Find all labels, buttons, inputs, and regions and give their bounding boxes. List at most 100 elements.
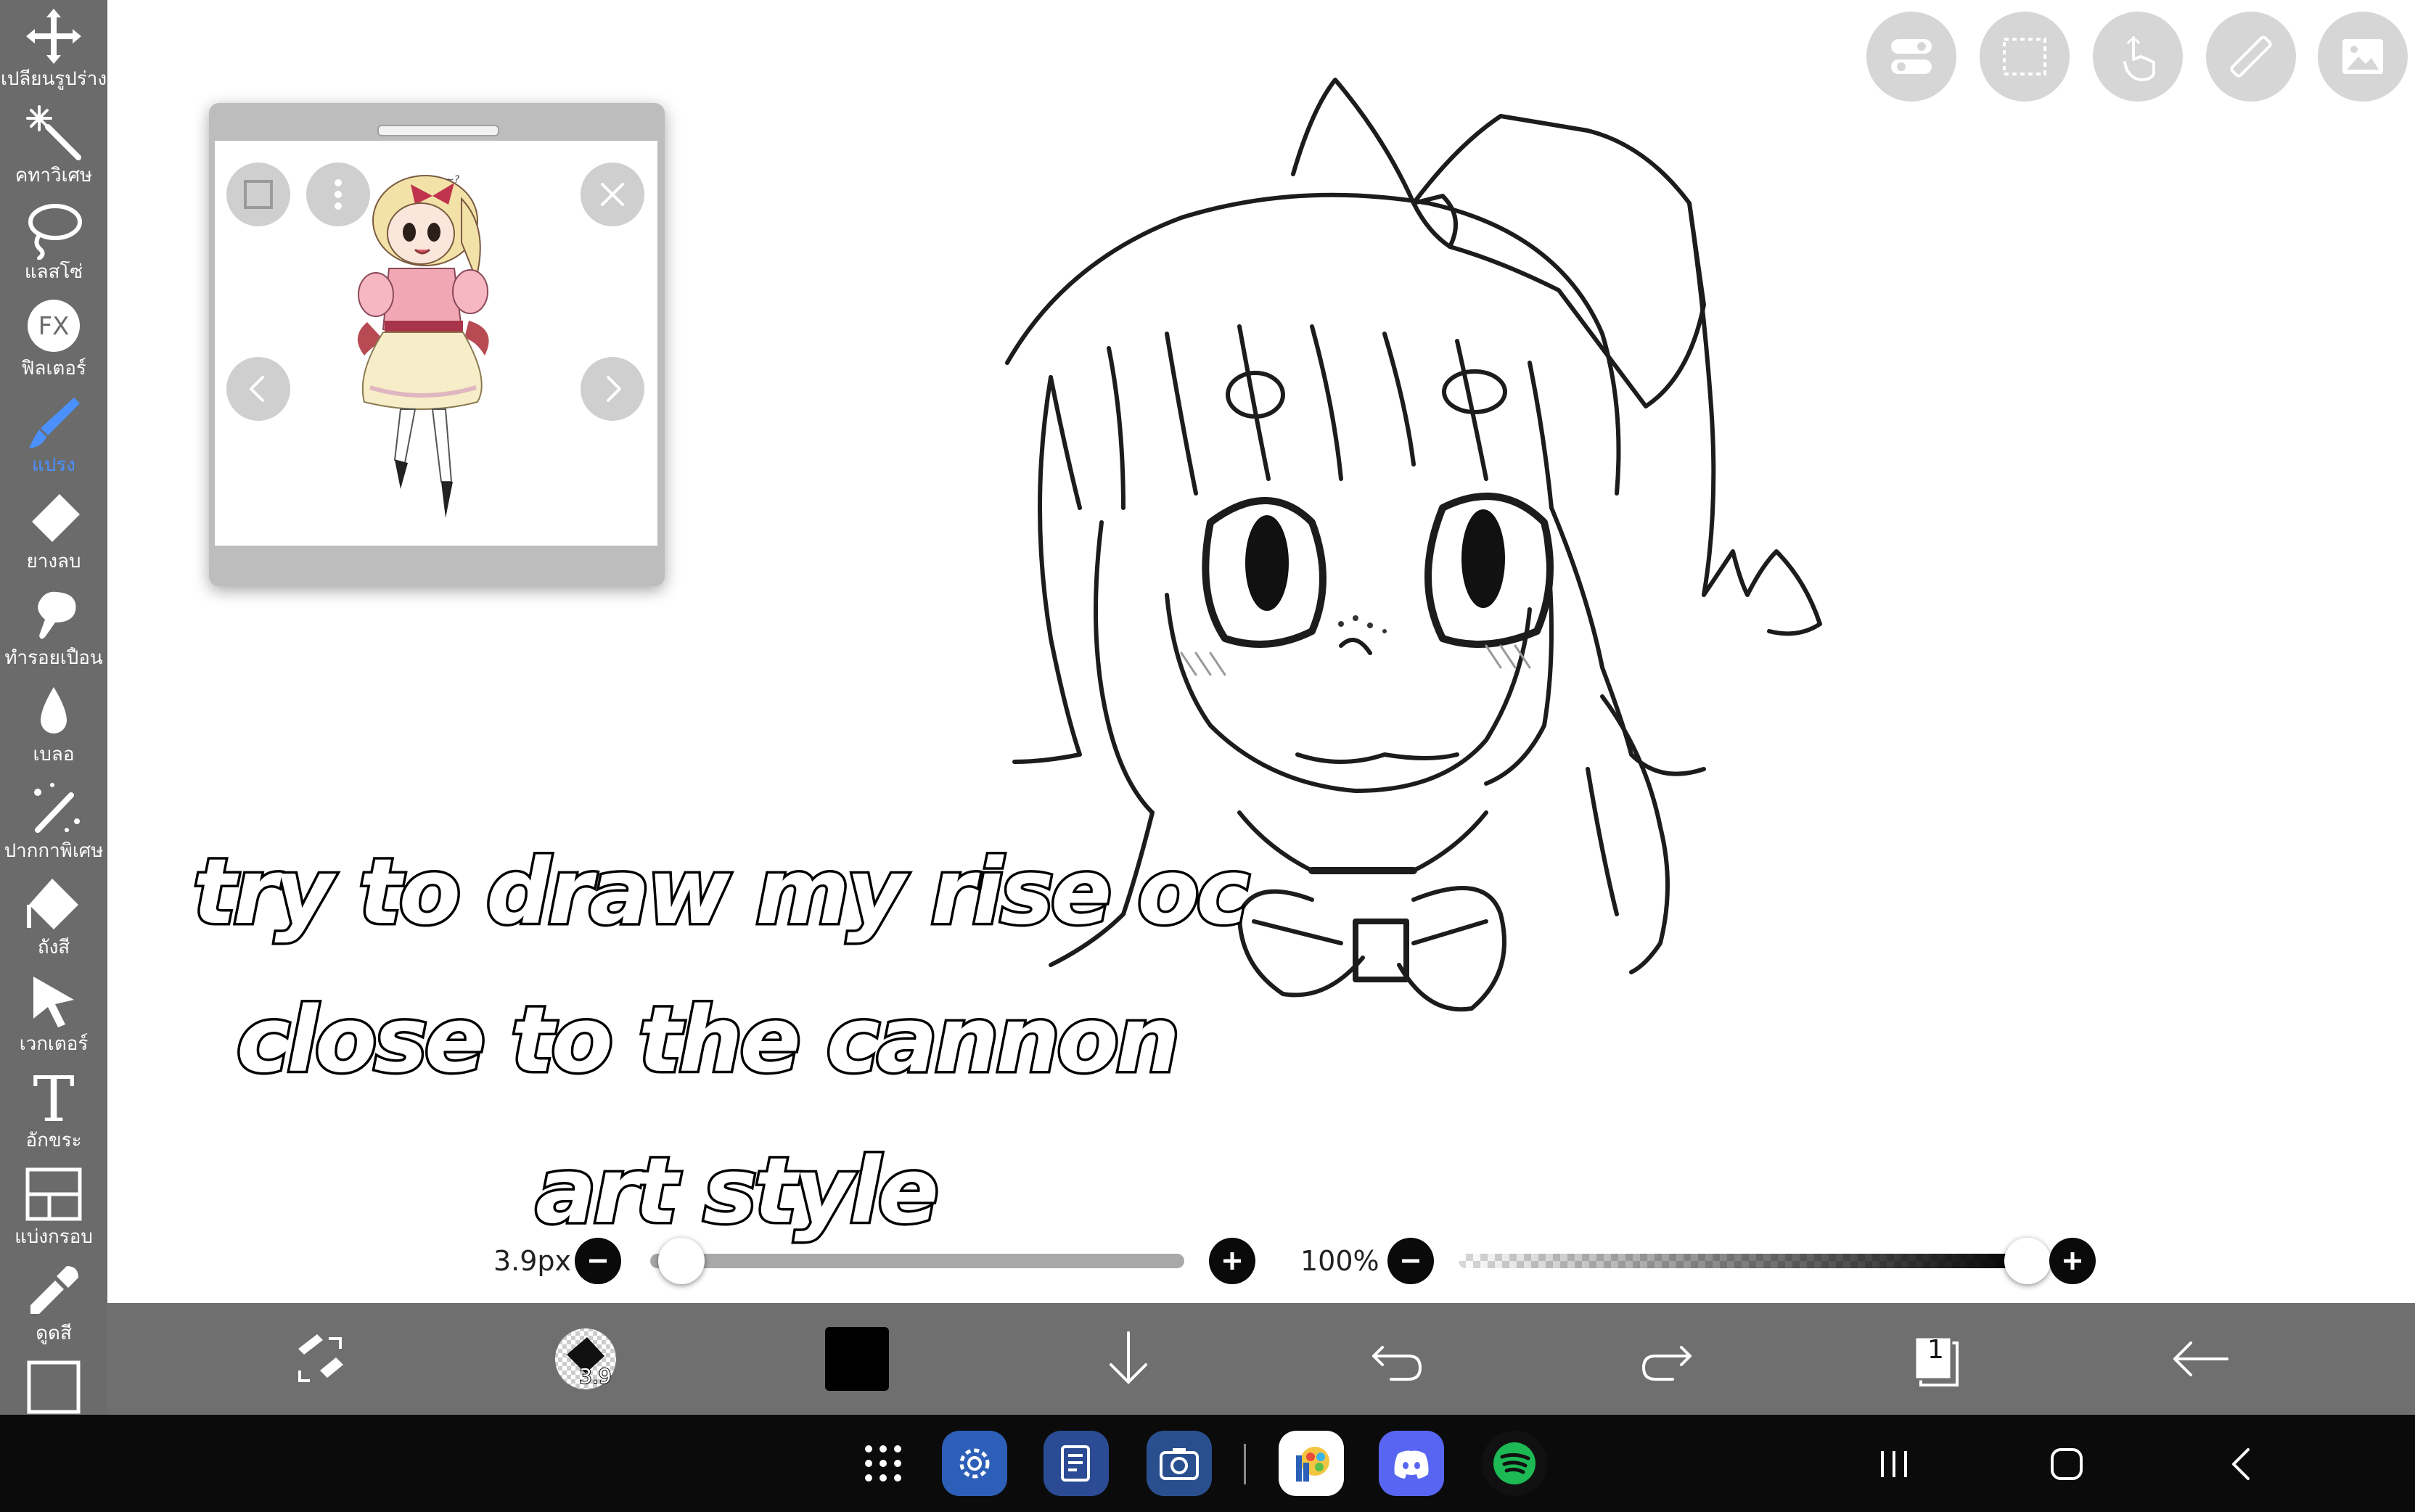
tool-vector[interactable]: เวกเตอร์ [0, 965, 107, 1061]
bucket-icon [27, 879, 78, 929]
minus-icon [589, 1259, 607, 1263]
selection-button[interactable] [1980, 12, 2070, 102]
dock-ibispaint[interactable] [1279, 1431, 1344, 1496]
svg-text:FX: FX [38, 312, 70, 341]
caption-line-2[interactable]: close to the cannon [234, 986, 1183, 1096]
undo-button[interactable] [1357, 1319, 1437, 1399]
touch-button[interactable] [2093, 12, 2183, 102]
frame-divider-icon [25, 1167, 82, 1221]
opacity-decrease-button[interactable] [1387, 1238, 1434, 1284]
tool-special-pen[interactable]: ปากกาพิเศษ [0, 772, 107, 868]
dock-spotify[interactable] [1482, 1431, 1547, 1496]
brush-icon [29, 398, 80, 448]
back-button[interactable] [2161, 1319, 2241, 1399]
dock-discord[interactable] [1379, 1431, 1444, 1496]
spotify-icon [1493, 1442, 1535, 1484]
eraser-icon [32, 494, 80, 542]
toggle-icon [1891, 39, 1932, 74]
opacity-track[interactable] [1459, 1254, 2027, 1268]
redo-button[interactable] [1627, 1319, 1707, 1399]
tool-bucket[interactable]: ถังสี [0, 868, 107, 964]
undo-icon [1372, 1346, 1422, 1381]
download-button[interactable] [1088, 1319, 1168, 1399]
drawing-canvas[interactable]: try to draw my rise oc close to the cann… [107, 0, 2415, 1303]
reference-next-button[interactable] [581, 357, 644, 421]
tool-label: ยางลบ [26, 551, 81, 572]
tool-label: ถังสี [37, 937, 70, 958]
discord-icon [1394, 1450, 1429, 1479]
tool-frame-divider[interactable]: แบ่งกรอบ [0, 1158, 107, 1254]
selection-icon [2003, 38, 2046, 75]
brush-size-track[interactable] [650, 1254, 1184, 1268]
reference-prev-button[interactable] [226, 357, 290, 421]
tool-magic-wand[interactable]: คทาวิเศษ [0, 96, 107, 192]
next-icon [607, 376, 621, 402]
chevron-left-icon [2232, 1448, 2250, 1480]
tool-smudge[interactable]: ทำรอยเปื้อน [0, 579, 107, 675]
eyedropper-icon [30, 1266, 78, 1314]
tool-label: เวกเตอร์ [19, 1033, 89, 1055]
toggle-settings-button[interactable] [1866, 12, 1956, 102]
tool-eraser[interactable]: ยางลบ [0, 482, 107, 578]
more-vertical-icon [335, 179, 342, 210]
magic-wand-icon [26, 105, 81, 160]
color-swatch-button[interactable] [817, 1319, 897, 1399]
brush-swap-button[interactable] [280, 1319, 360, 1399]
system-nav-bar [0, 1415, 2415, 1512]
smudge-icon [38, 591, 76, 639]
tool-blur[interactable]: เบลอ [0, 675, 107, 771]
reference-square-button[interactable] [226, 163, 290, 226]
caption-line-3[interactable]: art style [533, 1137, 942, 1246]
tool-label: คทาวิเศษ [15, 165, 93, 186]
tool-label: ทำรอยเปื้อน [4, 647, 103, 669]
ruler-button[interactable] [2206, 12, 2296, 102]
tool-transform[interactable]: เปลี่ยนรูปร่าง [0, 0, 107, 96]
minus-icon [1402, 1259, 1419, 1263]
tool-lasso[interactable]: แลสโซ่ [0, 193, 107, 289]
reference-close-button[interactable] [581, 163, 644, 226]
ibispaint-icon [1296, 1447, 1329, 1482]
dock-notes[interactable] [1044, 1431, 1109, 1496]
lasso-icon [28, 204, 82, 260]
redo-icon [1642, 1346, 1692, 1381]
blur-drop-icon [41, 687, 67, 734]
brush-size-increase-button[interactable] [1209, 1238, 1255, 1284]
notes-icon [1061, 1445, 1090, 1482]
tool-text[interactable]: T อักขระ [0, 1061, 107, 1157]
tool-label: ฟิลเตอร์ [21, 358, 86, 379]
dock-camera[interactable] [1147, 1431, 1212, 1496]
plus-icon [2064, 1252, 2081, 1270]
image-button[interactable] [2318, 12, 2408, 102]
opacity-value: 100% [1300, 1245, 1379, 1277]
dock-apps-grid[interactable] [850, 1431, 916, 1496]
home-button[interactable] [2038, 1435, 2096, 1493]
brush-size-decrease-button[interactable] [575, 1238, 621, 1284]
svg-text:T: T [33, 1067, 74, 1128]
opacity-increase-button[interactable] [2049, 1238, 2096, 1284]
caption-line-1[interactable]: try to draw my rise oc [190, 838, 1252, 948]
vector-cursor-icon [33, 977, 74, 1027]
reference-menu-button[interactable] [306, 163, 370, 226]
arrow-down-icon [1110, 1331, 1147, 1384]
reference-drag-handle[interactable] [377, 125, 499, 136]
opacity-thumb[interactable] [2004, 1238, 2051, 1284]
tool-label: เปลี่ยนรูปร่าง [0, 68, 107, 90]
close-icon [601, 183, 624, 206]
brush-size-thumb[interactable] [657, 1238, 705, 1284]
ruler-icon [2230, 36, 2272, 78]
tool-label: ปากกาพิเศษ [4, 840, 104, 862]
system-back-button[interactable] [2212, 1435, 2270, 1493]
reference-window[interactable]: ~? [209, 103, 665, 586]
tool-filter[interactable]: FX ฟิลเตอร์ [0, 289, 107, 385]
prev-icon [250, 376, 264, 402]
brush-size-badge: 3.9 [578, 1363, 612, 1389]
dock-settings[interactable] [942, 1431, 1007, 1496]
tool-eyedropper[interactable]: ดูดสี [0, 1254, 107, 1350]
tool-brush[interactable]: แปรง [0, 386, 107, 482]
image-icon [2342, 39, 2383, 74]
move-icon [26, 9, 81, 64]
layer-count: 1 [1927, 1335, 1944, 1365]
bottom-toolbar: 3.9 1 [107, 1303, 2415, 1415]
recent-apps-button[interactable] [1865, 1435, 1923, 1493]
tool-label: เบลอ [33, 744, 75, 765]
